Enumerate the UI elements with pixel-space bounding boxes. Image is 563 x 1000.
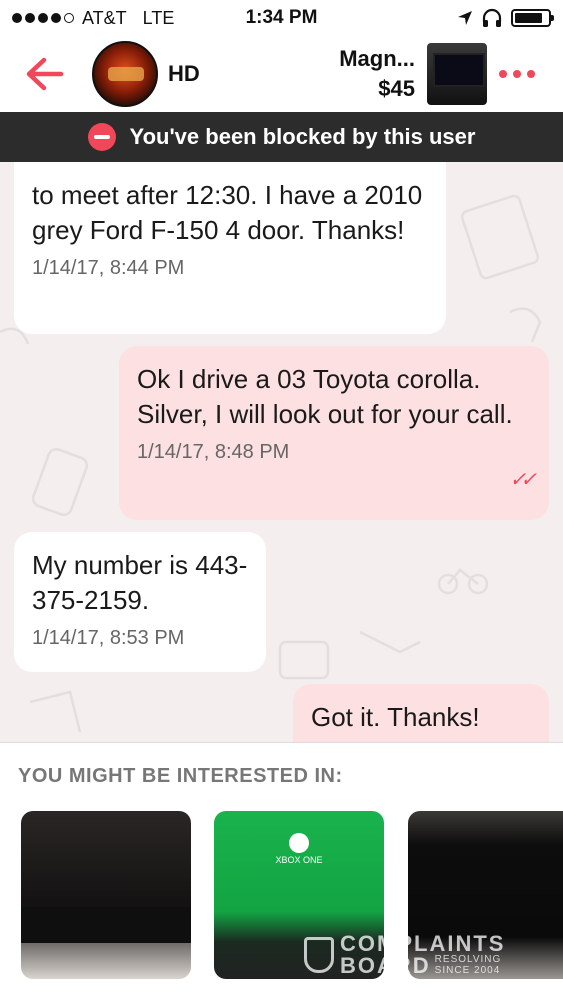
carrier-label: AT&T [82, 7, 127, 28]
status-left: AT&T LTE [12, 8, 174, 29]
watermark-sub1: RESOLVING [434, 954, 502, 965]
watermark: COMPLAINTS BOARD RESOLVING SINCE 2004 [304, 931, 506, 978]
message-outgoing[interactable]: Ok I drive a 03 Toyota corolla. Silver, … [119, 346, 549, 520]
xbox-label: XBOX ONE [214, 833, 384, 865]
message-time: 1/14/17, 8:44 PM [32, 257, 185, 279]
back-button[interactable] [16, 46, 72, 102]
item-price: $45 [378, 76, 415, 101]
xbox-caption: XBOX ONE [275, 855, 323, 865]
watermark-sub2: SINCE 2004 [434, 965, 501, 976]
signal-icon [12, 13, 74, 23]
more-dots-icon [499, 70, 507, 78]
more-options-button[interactable] [487, 70, 547, 78]
item-info[interactable]: Magn... $45 [339, 46, 415, 102]
watermark-line1: COMPLAINTS [340, 931, 506, 956]
user-name[interactable]: HD [168, 61, 200, 87]
location-arrow-icon [458, 11, 472, 25]
blocked-text: You've been blocked by this user [129, 124, 476, 149]
message-text: Got it. Thanks! [311, 702, 480, 732]
network-label: LTE [142, 7, 175, 28]
xbox-logo-icon [289, 833, 309, 853]
message-incoming[interactable]: to meet after 12:30. I have a 2010 grey … [14, 162, 446, 334]
message-outgoing[interactable]: Got it. Thanks! [293, 684, 549, 742]
message-time: 1/14/17, 8:48 PM [137, 441, 290, 463]
watermark-line2: BOARD [340, 953, 431, 978]
arrow-left-icon [26, 57, 64, 91]
message-text: to meet after 12:30. I have a 2010 grey … [32, 180, 423, 245]
status-right [457, 8, 554, 28]
watermark-text: COMPLAINTS BOARD RESOLVING SINCE 2004 [340, 931, 506, 978]
battery-icon [511, 9, 554, 27]
message-time: 1/14/17, 8:53 PM [32, 627, 185, 649]
blocked-banner: You've been blocked by this user [0, 112, 563, 162]
message-text: My number is 443-375-2159. [32, 550, 248, 615]
headphones-icon [482, 8, 502, 27]
suggestions-title: YOU MIGHT BE INTERESTED IN: [18, 765, 343, 787]
blocked-icon [87, 123, 116, 151]
message-text: Ok I drive a 03 Toyota corolla. Silver, … [137, 364, 513, 429]
chat-header: HD Magn... $45 [0, 36, 563, 112]
item-title: Magn... [339, 46, 415, 71]
item-thumbnail[interactable] [427, 43, 487, 105]
user-avatar[interactable] [92, 41, 158, 107]
suggestion-item-monitor[interactable] [21, 811, 191, 979]
shield-icon [304, 937, 334, 973]
conversation-area[interactable]: to meet after 12:30. I have a 2010 grey … [0, 162, 563, 742]
status-time: 1:34 PM [245, 7, 318, 28]
read-receipt-icon: ✓✓ [509, 469, 536, 491]
message-incoming[interactable]: My number is 443-375-2159. 1/14/17, 8:53… [14, 532, 266, 672]
status-bar: AT&T LTE 1:34 PM [0, 0, 563, 36]
